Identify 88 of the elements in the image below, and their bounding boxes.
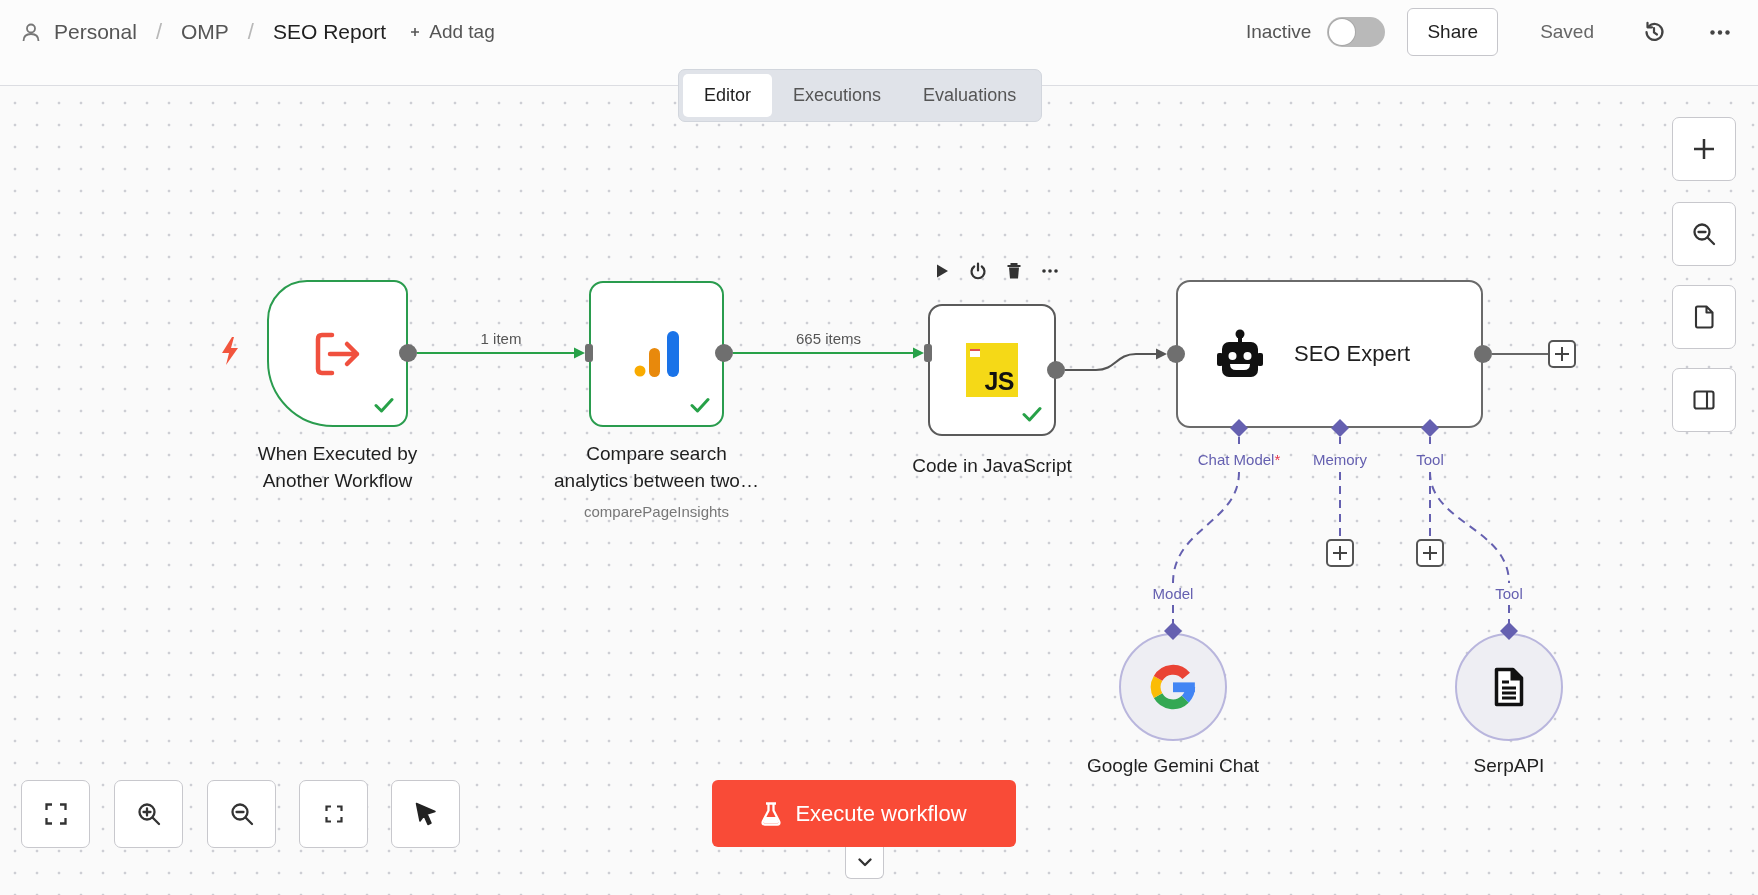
agent-node[interactable]: SEO Expert (1176, 280, 1483, 428)
connection-line (1491, 353, 1550, 355)
more-icon[interactable] (1710, 29, 1730, 35)
flask-icon (761, 801, 782, 826)
plus-icon (1554, 346, 1570, 362)
zoom-in-button[interactable] (114, 780, 183, 848)
node-title: Google Gemini Chat (1085, 754, 1261, 778)
frame-corners-icon (324, 805, 343, 823)
trigger-node[interactable] (267, 280, 408, 427)
tab[interactable]: Evaluations (902, 74, 1038, 117)
connection-arrow[interactable] (1065, 348, 1167, 372)
status-label: Inactive (1245, 21, 1312, 43)
output-handle[interactable] (1047, 361, 1065, 379)
node-title: SerpAPI (1472, 754, 1546, 778)
item-count-label: 1 item (480, 330, 522, 347)
panel-toggle-button[interactable] (1672, 368, 1736, 432)
port-handle[interactable] (1500, 622, 1518, 640)
plus-icon (1332, 545, 1348, 561)
history-icon[interactable] (1642, 20, 1666, 44)
node-title: When Executed by Another Workflow (256, 442, 419, 493)
add-tag-button[interactable]: Add tag (410, 21, 495, 43)
tab[interactable]: Editor (683, 74, 773, 117)
zoom-out-icon (1692, 222, 1716, 246)
node-subtitle: comparePageInsights (582, 502, 731, 522)
zoom-in-icon (136, 802, 161, 826)
workflow-name[interactable]: SEO Report (273, 20, 387, 44)
add-node-button[interactable] (1416, 539, 1444, 567)
power-icon[interactable] (969, 262, 987, 280)
chevron-down-icon (857, 858, 872, 867)
port-label: Tool (1416, 451, 1444, 468)
port-handle[interactable] (1331, 419, 1349, 437)
zoom-out-button[interactable] (1672, 202, 1736, 266)
port-label: Chat Model* (1197, 451, 1281, 468)
port-label: Memory (1312, 451, 1368, 468)
input-handle[interactable] (585, 344, 593, 362)
plus-icon (1422, 545, 1438, 561)
port-label: Model (1152, 585, 1194, 602)
plus-icon (1693, 138, 1715, 160)
breadcrumb-separator: / (247, 19, 254, 45)
code-node[interactable]: JS (928, 304, 1056, 436)
breadcrumb-link[interactable]: Personal (54, 20, 137, 44)
bar-chart-icon (633, 330, 680, 378)
add-node-button[interactable] (1548, 340, 1576, 368)
execute-options-button[interactable] (845, 847, 884, 879)
save-status: Saved (1540, 21, 1594, 43)
input-handle[interactable] (1167, 345, 1185, 363)
reset-zoom-button[interactable] (299, 780, 368, 848)
javascript-logo: JS (966, 343, 1018, 397)
node-title: SEO Expert (1294, 341, 1411, 367)
lightning-icon (221, 337, 239, 365)
node-title: Code in JavaScript (911, 454, 1073, 478)
port-handle[interactable] (1230, 419, 1248, 437)
tab[interactable]: Executions (772, 74, 903, 117)
check-icon (690, 397, 710, 413)
check-icon (1022, 406, 1042, 422)
side-panel-icon (1693, 390, 1715, 410)
fit-view-button[interactable] (21, 780, 90, 848)
cursor-icon (414, 802, 437, 826)
breadcrumb-link[interactable]: OMP (181, 20, 229, 44)
output-handle[interactable] (399, 344, 417, 362)
share-button[interactable]: Share (1407, 8, 1499, 56)
output-handle[interactable] (715, 344, 733, 362)
output-handle[interactable] (1474, 345, 1492, 363)
port-label: Tool (1495, 585, 1523, 602)
trash-icon[interactable] (1005, 262, 1023, 280)
node-title: Compare search analytics between two… (553, 442, 760, 493)
document-icon (1494, 667, 1524, 707)
sticky-note-button[interactable] (1672, 285, 1736, 349)
port-handle[interactable] (1421, 419, 1439, 437)
breadcrumb-separator: / (155, 19, 162, 45)
analytics-node[interactable] (589, 281, 724, 427)
robot-icon (1216, 329, 1264, 379)
add-node-button[interactable] (1326, 539, 1354, 567)
item-count-label: 665 items (796, 330, 861, 347)
connection-arrow[interactable] (417, 347, 585, 359)
check-icon (374, 397, 394, 413)
plus-icon (410, 27, 421, 37)
zoom-out-icon (229, 802, 254, 826)
port-handle[interactable] (1164, 622, 1182, 640)
file-icon (1694, 305, 1714, 329)
zoom-out-button[interactable] (207, 780, 276, 848)
input-handle[interactable] (924, 344, 932, 362)
google-g-icon (1150, 664, 1196, 710)
pointer-tool-button[interactable] (391, 780, 460, 848)
user-icon (22, 22, 40, 42)
toggle-switch[interactable] (1327, 17, 1386, 47)
fullscreen-icon (44, 803, 67, 825)
connection-arrow[interactable] (733, 347, 924, 359)
